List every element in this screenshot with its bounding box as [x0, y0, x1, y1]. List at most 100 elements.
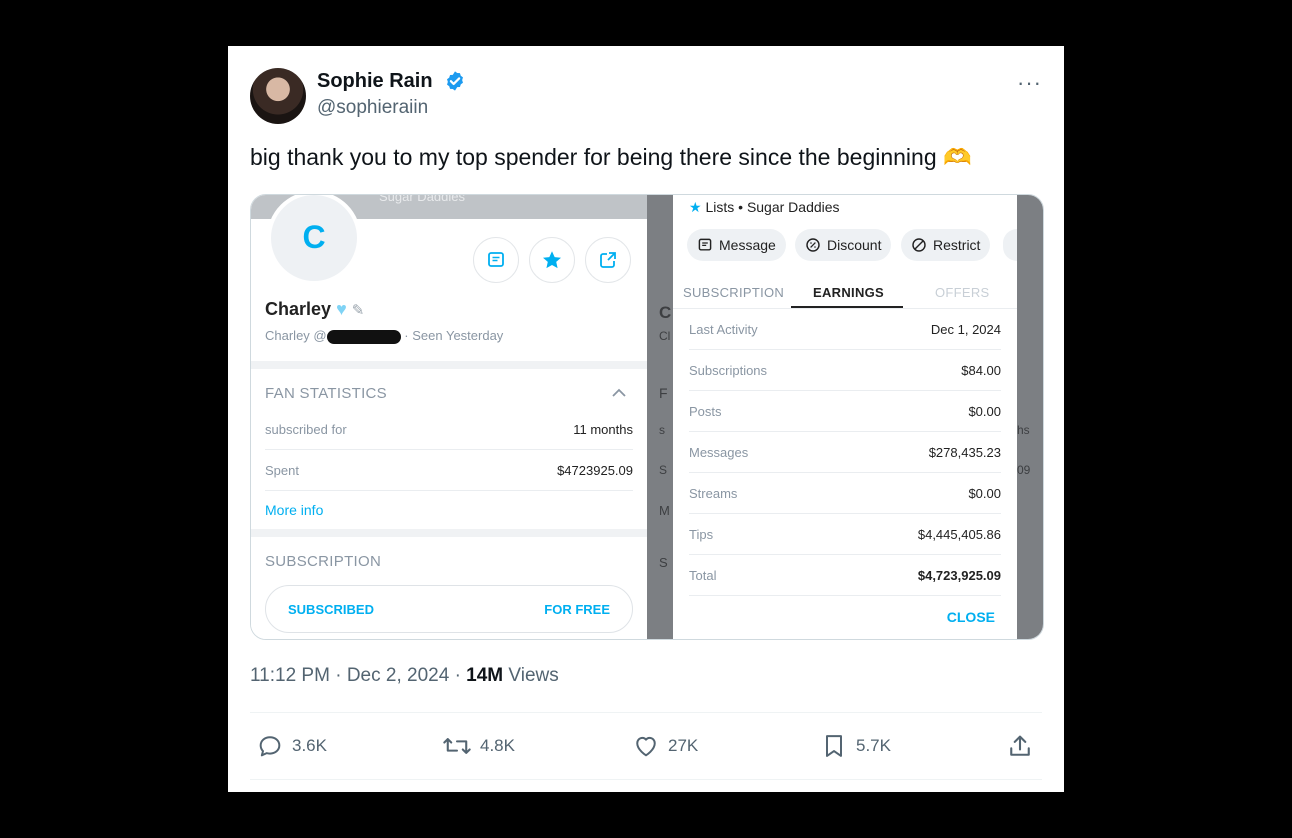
discount-badge-icon: [806, 238, 820, 252]
ghost-text: Cl: [659, 329, 671, 343]
blue-heart-icon: ♥: [336, 299, 347, 319]
share-icon: [600, 252, 616, 268]
earnings-label: Streams: [689, 485, 738, 501]
fan-handle-prefix: Charley @: [265, 328, 327, 343]
stat-row: subscribed for 11 months: [265, 409, 633, 450]
ghost-text: S: [659, 555, 668, 570]
tweet-media-image[interactable]: Sugar Daddies C Charley ♥ ✎ Charley @ ·: [250, 194, 1044, 640]
stat-value: $4723925.09: [557, 462, 633, 478]
earnings-value: $278,435.23: [928, 444, 1001, 460]
more-options-icon[interactable]: ···: [1017, 70, 1042, 96]
earnings-total-value: $4,723,925.09: [917, 567, 1001, 583]
more-info-link[interactable]: More info: [265, 502, 323, 518]
bookmark-button[interactable]: 5.7K: [820, 732, 891, 760]
like-count: 27K: [668, 736, 699, 755]
author-handle[interactable]: @sophieraiin: [317, 97, 428, 119]
share-tweet-button[interactable]: [1006, 732, 1042, 760]
ghost-text: C: [659, 303, 672, 322]
fan-statistics-title: FAN STATISTICS: [265, 385, 387, 402]
lists-label: Lists: [705, 199, 735, 215]
bookmark-icon: [826, 735, 842, 757]
share-button[interactable]: [585, 237, 631, 283]
star-icon: [543, 251, 561, 269]
stat-value: 11 months: [573, 421, 633, 437]
earnings-label: Last Activity: [689, 321, 758, 337]
subscribed-button[interactable]: SUBSCRIBED FOR FREE: [265, 585, 633, 633]
ghost-text: 09: [1017, 463, 1031, 477]
bookmark-count: 5.7K: [856, 736, 891, 755]
tweet-card: Sophie Rain @sophieraiin ··· big thank y…: [228, 46, 1064, 792]
earnings-row: Subscriptions $84.00: [689, 350, 1001, 391]
earnings-label: Messages: [689, 444, 749, 460]
restrict-chip[interactable]: Restrict: [901, 229, 991, 261]
banner-label: Sugar Daddies: [379, 194, 465, 204]
earnings-label: Total: [689, 567, 717, 583]
subscribed-label: SUBSCRIBED: [288, 601, 374, 617]
meta-separator: ·: [454, 665, 461, 686]
repost-icon: [443, 738, 471, 754]
earnings-row: Messages $278,435.23: [689, 432, 1001, 473]
tweet-text: big thank you to my top spender for bein…: [250, 144, 972, 171]
seen-label: Seen: [412, 328, 443, 343]
message-button[interactable]: [473, 237, 519, 283]
edit-pencil-icon[interactable]: ✎: [352, 302, 365, 319]
ghost-text: S: [659, 463, 668, 477]
fan-avatar-letter: C: [302, 219, 326, 255]
ghost-text: M: [659, 503, 670, 518]
chevron-up-icon[interactable]: [611, 387, 627, 399]
chip-label: Message: [719, 237, 776, 253]
message-icon: [488, 252, 504, 267]
earnings-row: Posts $0.00: [689, 391, 1001, 432]
divider: [250, 779, 1042, 780]
stat-label: Spent: [265, 462, 299, 478]
ghost-text: s: [659, 423, 665, 437]
earnings-label: Posts: [689, 403, 722, 419]
author-avatar[interactable]: [250, 68, 306, 124]
fan-profile-panel: Sugar Daddies C Charley ♥ ✎ Charley @ ·: [251, 195, 647, 639]
subscription-title: SUBSCRIPTION: [265, 553, 382, 570]
meta-separator: ·: [335, 665, 342, 686]
tweet-text-body: big thank you to my top spender for bein…: [250, 144, 937, 170]
active-tab-indicator: [791, 306, 903, 308]
section-divider: [251, 529, 647, 537]
ghost-text: F: [659, 385, 668, 401]
like-button[interactable]: 27K: [632, 732, 698, 760]
lists-value: Sugar Daddies: [746, 199, 840, 215]
fan-handle-line: Charley @ · Seen Yesterday: [265, 328, 503, 344]
earnings-value: $84.00: [961, 362, 1001, 378]
reply-count: 3.6K: [292, 736, 327, 755]
repost-button[interactable]: 4.8K: [442, 732, 515, 760]
earnings-dialog: ★ Lists • Sugar Daddies Message Discount…: [673, 195, 1017, 639]
views-label: Views: [508, 665, 559, 686]
message-chip[interactable]: Message: [687, 229, 786, 261]
tweet-date[interactable]: Dec 2, 2024: [347, 665, 449, 686]
discount-chip[interactable]: Discount: [795, 229, 892, 261]
seen-dot: ·: [404, 328, 409, 343]
tab-offers[interactable]: OFFERS: [935, 285, 990, 300]
ghost-text: hs: [1017, 423, 1030, 437]
verified-badge-icon: [447, 71, 463, 91]
redaction-mark: [326, 329, 401, 344]
divider: [250, 712, 1042, 713]
author-name[interactable]: Sophie Rain: [317, 70, 433, 93]
earnings-row: Last Activity Dec 1, 2024: [689, 309, 1001, 350]
lists-dot: •: [738, 199, 744, 215]
earnings-value: $0.00: [968, 403, 1001, 419]
tweet-meta: 11:12 PM · Dec 2, 2024 · 14M Views: [250, 665, 559, 687]
tab-subscription[interactable]: SUBSCRIPTION: [683, 285, 784, 300]
seen-when: Yesterday: [445, 328, 504, 343]
earnings-label: Subscriptions: [689, 362, 768, 378]
share-upload-icon: [1010, 735, 1030, 756]
message-icon: [698, 238, 712, 251]
heart-icon: [636, 736, 656, 757]
reply-icon: [259, 736, 281, 757]
earnings-value: Dec 1, 2024: [930, 321, 1001, 337]
fan-name-text: Charley: [265, 299, 332, 319]
earnings-total-row: Total $4,723,925.09: [689, 555, 1001, 596]
tweet-time[interactable]: 11:12 PM: [250, 665, 330, 686]
reply-button[interactable]: 3.6K: [256, 732, 327, 760]
close-button[interactable]: CLOSE: [947, 609, 995, 625]
favorite-button[interactable]: [529, 237, 575, 283]
overflow-chip[interactable]: [1003, 229, 1017, 261]
tab-earnings[interactable]: EARNINGS: [813, 285, 884, 300]
